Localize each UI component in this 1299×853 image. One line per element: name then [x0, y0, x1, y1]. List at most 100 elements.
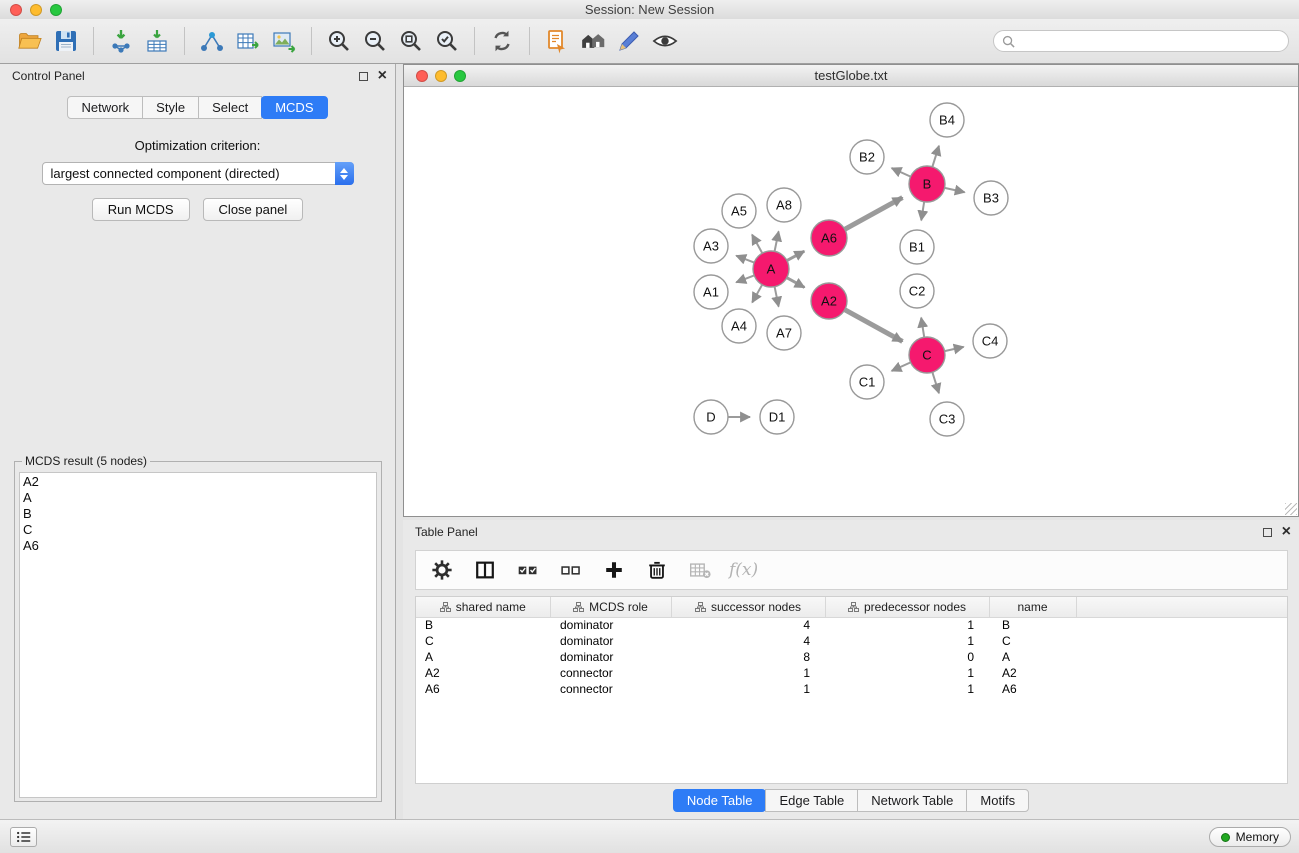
- tab-mcds[interactable]: MCDS: [261, 96, 327, 119]
- result-item[interactable]: A6: [23, 538, 373, 554]
- table-cell[interactable]: C: [416, 633, 550, 649]
- tab-motifs[interactable]: Motifs: [966, 789, 1029, 812]
- graph-edge-A-A5[interactable]: [752, 235, 762, 254]
- table-cell[interactable]: dominator: [550, 649, 671, 665]
- table-cell[interactable]: 1: [825, 617, 989, 633]
- graph-edge-C-C2[interactable]: [921, 318, 924, 338]
- show-hide-button[interactable]: [647, 23, 683, 59]
- search-input[interactable]: [1020, 34, 1280, 48]
- graph-edge-B-B3[interactable]: [945, 188, 965, 192]
- graph-edge-C-C4[interactable]: [945, 347, 964, 351]
- graph-edge-A6-B[interactable]: [845, 198, 903, 230]
- window-resize-grip[interactable]: [1285, 503, 1297, 515]
- zoom-selected-button[interactable]: [429, 23, 465, 59]
- graph-edge-A-A1[interactable]: [736, 275, 754, 282]
- network-minimize-button[interactable]: [435, 70, 447, 82]
- deselect-all-button[interactable]: [557, 556, 585, 584]
- table-cell[interactable]: 4: [671, 633, 825, 649]
- result-item[interactable]: B: [23, 506, 373, 522]
- table-settings-button[interactable]: [428, 556, 456, 584]
- open-session-button[interactable]: [12, 23, 48, 59]
- import-table-button[interactable]: [139, 23, 175, 59]
- criterion-select[interactable]: largest connected component (directed): [42, 162, 354, 185]
- minimize-window-button[interactable]: [30, 4, 42, 16]
- delete-table-button[interactable]: [686, 556, 714, 584]
- tab-network-table[interactable]: Network Table: [857, 789, 967, 812]
- table-cell[interactable]: 1: [671, 665, 825, 681]
- table-cell[interactable]: C: [989, 633, 1076, 649]
- result-item[interactable]: A2: [23, 474, 373, 490]
- column-header-predecessor-nodes[interactable]: predecessor nodes: [825, 597, 989, 617]
- add-row-button[interactable]: [600, 556, 628, 584]
- memory-button[interactable]: Memory: [1209, 827, 1291, 847]
- table-cell[interactable]: dominator: [550, 633, 671, 649]
- graph-edge-A-A7[interactable]: [775, 287, 779, 307]
- table-cell[interactable]: B: [989, 617, 1076, 633]
- graph-edge-A-A8[interactable]: [775, 231, 779, 251]
- zoom-in-button[interactable]: [321, 23, 357, 59]
- close-panel-button[interactable]: Close panel: [203, 198, 304, 221]
- tab-edge-table[interactable]: Edge Table: [765, 789, 858, 812]
- column-header-mcds-role[interactable]: MCDS role: [550, 597, 671, 617]
- export-network-button[interactable]: [194, 23, 230, 59]
- refresh-view-button[interactable]: [484, 23, 520, 59]
- table-row[interactable]: A2connector11A2: [416, 665, 1287, 681]
- table-cell[interactable]: A2: [416, 665, 550, 681]
- graph-edge-A-A2[interactable]: [787, 278, 805, 288]
- table-cell[interactable]: 1: [825, 665, 989, 681]
- home-button[interactable]: [575, 23, 611, 59]
- tab-network[interactable]: Network: [67, 96, 143, 119]
- graph-edge-A-A3[interactable]: [736, 256, 754, 263]
- tab-node-table[interactable]: Node Table: [673, 789, 767, 812]
- tab-style[interactable]: Style: [142, 96, 199, 119]
- table-cell[interactable]: A2: [989, 665, 1076, 681]
- network-canvas[interactable]: B4B2BB3A5A8A6A3B1AA1C2A2A4A7CC4C1C3DD1: [404, 87, 1298, 516]
- graph-edge-C-C1[interactable]: [892, 362, 911, 371]
- table-cell[interactable]: connector: [550, 665, 671, 681]
- table-row[interactable]: A6connector11A6: [416, 681, 1287, 697]
- table-cell[interactable]: 4: [671, 617, 825, 633]
- table-cell[interactable]: 1: [671, 681, 825, 697]
- table-cell[interactable]: 1: [825, 681, 989, 697]
- close-table-panel-icon[interactable]: ×: [1282, 526, 1291, 538]
- network-maximize-button[interactable]: [454, 70, 466, 82]
- maximize-window-button[interactable]: [50, 4, 62, 16]
- delete-row-button[interactable]: [643, 556, 671, 584]
- column-header-successor-nodes[interactable]: successor nodes: [671, 597, 825, 617]
- table-cell[interactable]: A: [416, 649, 550, 665]
- save-session-button[interactable]: [48, 23, 84, 59]
- network-window-titlebar[interactable]: testGlobe.txt: [404, 65, 1298, 87]
- column-visibility-button[interactable]: [471, 556, 499, 584]
- import-network-button[interactable]: [103, 23, 139, 59]
- table-cell[interactable]: connector: [550, 681, 671, 697]
- table-row[interactable]: Bdominator41B: [416, 617, 1287, 633]
- apply-style-button[interactable]: [611, 23, 647, 59]
- network-graph[interactable]: B4B2BB3A5A8A6A3B1AA1C2A2A4A7CC4C1C3DD1: [404, 87, 1298, 515]
- table-row[interactable]: Cdominator41C: [416, 633, 1287, 649]
- close-panel-icon[interactable]: ×: [378, 70, 387, 82]
- float-panel-icon[interactable]: [359, 72, 368, 81]
- table-cell[interactable]: 0: [825, 649, 989, 665]
- table-cell[interactable]: dominator: [550, 617, 671, 633]
- run-mcds-button[interactable]: Run MCDS: [92, 198, 190, 221]
- network-close-button[interactable]: [416, 70, 428, 82]
- graph-edge-C-C3[interactable]: [932, 372, 939, 393]
- column-header-name[interactable]: name: [989, 597, 1076, 617]
- result-item[interactable]: C: [23, 522, 373, 538]
- table-cell[interactable]: 1: [825, 633, 989, 649]
- table-cell[interactable]: B: [416, 617, 550, 633]
- tab-select[interactable]: Select: [198, 96, 262, 119]
- column-header-shared-name[interactable]: shared name: [416, 597, 550, 617]
- function-builder-button[interactable]: f(x): [729, 560, 758, 580]
- graph-edge-A-A6[interactable]: [787, 251, 804, 260]
- graph-edge-B-B1[interactable]: [921, 202, 924, 221]
- select-all-button[interactable]: [514, 556, 542, 584]
- close-window-button[interactable]: [10, 4, 22, 16]
- zoom-out-button[interactable]: [357, 23, 393, 59]
- graph-edge-B-B4[interactable]: [932, 146, 939, 167]
- table-cell[interactable]: A6: [989, 681, 1076, 697]
- table-cell[interactable]: A6: [416, 681, 550, 697]
- first-neighbors-button[interactable]: [539, 23, 575, 59]
- graph-edge-B-B2[interactable]: [892, 168, 911, 177]
- table-row[interactable]: Adominator80A: [416, 649, 1287, 665]
